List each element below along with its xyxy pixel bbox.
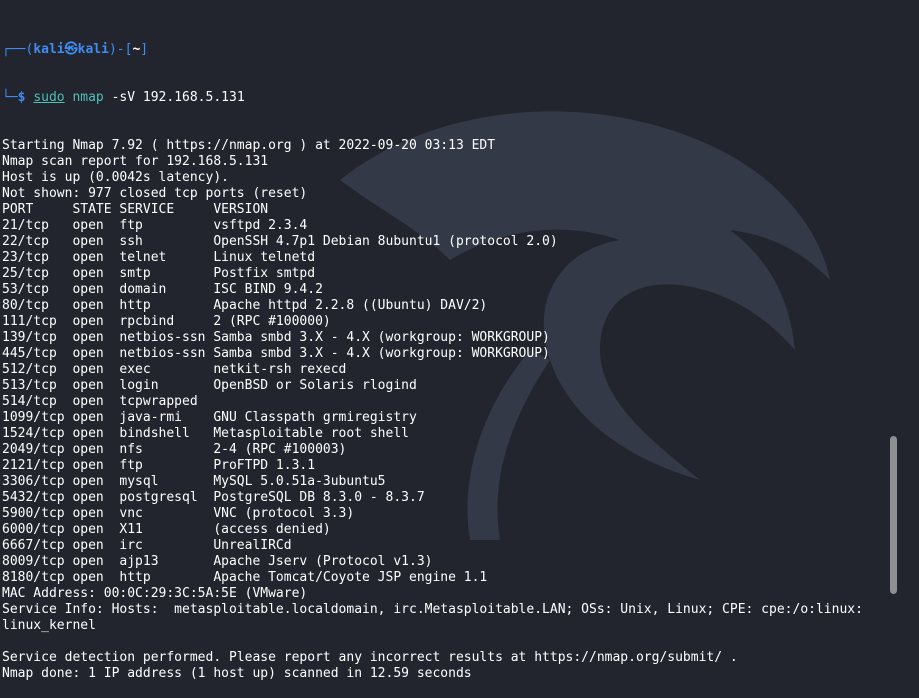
- output-line: 512/tcp open exec netkit-rsh rexecd: [2, 362, 347, 377]
- output-line: 25/tcp open smtp Postfix smtpd: [2, 266, 316, 281]
- output-line: Host is up (0.0042s latency).: [2, 170, 229, 185]
- output-line: 111/tcp open rpcbind 2 (RPC #100000): [2, 314, 331, 329]
- command-args: -sV 192.168.5.131: [103, 90, 245, 105]
- terminal-scrollbar[interactable]: [890, 0, 897, 594]
- output-line: Starting Nmap 7.92 ( https://nmap.org ) …: [2, 138, 496, 153]
- output-line: 8009/tcp open ajp13 Apache Jserv (Protoc…: [2, 554, 433, 569]
- output-line: linux_kernel: [2, 618, 96, 633]
- prompt-frame-bottom: └─: [2, 90, 18, 105]
- command-name: nmap: [72, 90, 104, 105]
- prompt-at-icon: ㉿: [64, 42, 78, 57]
- prompt-user: kali: [33, 42, 65, 57]
- prompt-dir-close: ]: [140, 42, 149, 57]
- output-line: 2049/tcp open nfs 2-4 (RPC #100003): [2, 442, 347, 457]
- terminal-output: ┌──(kali㉿kali)-[~] └─$ sudo nmap -sV 192…: [2, 10, 885, 698]
- output-line: 445/tcp open netbios-ssn Samba smbd 3.X …: [2, 346, 550, 361]
- output-line: 6000/tcp open X11 (access denied): [2, 522, 331, 537]
- output-line: 6667/tcp open irc UnrealIRCd: [2, 538, 292, 553]
- output-line: 8180/tcp open http Apache Tomcat/Coyote …: [2, 570, 488, 585]
- prompt-dollar: $: [17, 90, 34, 105]
- output-line: Service Info: Hosts: metasploitable.loca…: [2, 602, 863, 617]
- output-line: 1524/tcp open bindshell Metasploitable r…: [2, 426, 409, 441]
- output-line: MAC Address: 00:0C:29:3C:5A:5E (VMware): [2, 586, 308, 601]
- output-line: 5432/tcp open postgresql PostgreSQL DB 8…: [2, 490, 425, 505]
- prompt-host: kali: [77, 42, 109, 57]
- output-line: PORT STATE SERVICE VERSION: [2, 202, 269, 217]
- output-line: Not shown: 977 closed tcp ports (reset): [2, 186, 308, 201]
- command-sudo: sudo: [33, 90, 65, 105]
- output-line: 139/tcp open netbios-ssn Samba smbd 3.X …: [2, 330, 550, 345]
- output-line: 513/tcp open login OpenBSD or Solaris rl…: [2, 378, 417, 393]
- output-line: 3306/tcp open mysql MySQL 5.0.51a-3ubunt…: [2, 474, 386, 489]
- output-line: Service detection performed. Please repo…: [2, 650, 738, 665]
- output-line: 53/tcp open domain ISC BIND 9.4.2: [2, 282, 323, 297]
- output-line: 80/tcp open http Apache httpd 2.2.8 ((Ub…: [2, 298, 488, 313]
- prompt-line-1: ┌──(kali㉿kali)-[~]: [2, 42, 885, 58]
- output-line: Nmap done: 1 IP address (1 host up) scan…: [2, 666, 472, 681]
- prompt-line-2: └─$ sudo nmap -sV 192.168.5.131: [2, 90, 885, 106]
- output-line: 514/tcp open tcpwrapped: [2, 394, 198, 409]
- output-line: 2121/tcp open ftp ProFTPD 1.3.1: [2, 458, 316, 473]
- nmap-output: Starting Nmap 7.92 ( https://nmap.org ) …: [2, 138, 885, 682]
- output-line: 5900/tcp open vnc VNC (protocol 3.3): [2, 506, 355, 521]
- scrollbar-thumb[interactable]: [890, 436, 897, 594]
- output-line: 21/tcp open ftp vsftpd 2.3.4: [2, 218, 308, 233]
- output-line: 22/tcp open ssh OpenSSH 4.7p1 Debian 8ub…: [2, 234, 558, 249]
- output-line: 1099/tcp open java-rmi GNU Classpath grm…: [2, 410, 417, 425]
- output-line: 23/tcp open telnet Linux telnetd: [2, 250, 316, 265]
- prompt-frame: ┌──(: [2, 42, 34, 57]
- output-line: Nmap scan report for 192.168.5.131: [2, 154, 269, 169]
- prompt-dir-open: )-[: [108, 42, 133, 57]
